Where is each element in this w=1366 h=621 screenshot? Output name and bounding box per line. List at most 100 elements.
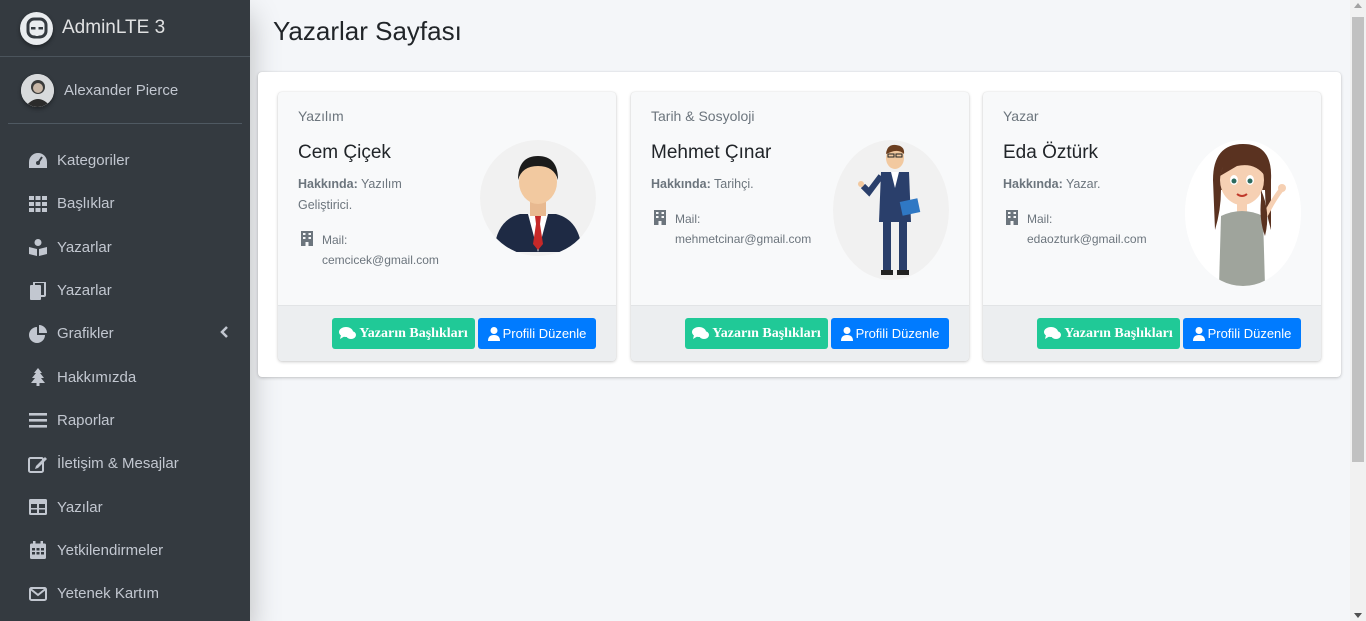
mail-label: Mail: xyxy=(675,212,701,226)
scroll-up-arrow-icon[interactable] xyxy=(1354,3,1362,8)
author-card-footer: Yazarın Başlıkları Profili Düzenle xyxy=(278,305,616,361)
table-icon xyxy=(28,497,48,517)
author-image xyxy=(1185,140,1301,286)
author-about: Hakkında: Yazılım Geliştirici. xyxy=(298,174,448,216)
sidebar-item-label: Hakkımızda xyxy=(57,368,137,386)
author-card: Yazılım Cem Çiçek Hakkında: Yazılım Geli… xyxy=(278,92,616,361)
about-label: Hakkında: xyxy=(1003,177,1063,191)
authors-card: Yazılım Cem Çiçek Hakkında: Yazılım Geli… xyxy=(258,72,1341,377)
sidebar-item-basliklar[interactable]: Başlıklar xyxy=(0,182,250,225)
author-name: Mehmet Çınar xyxy=(651,142,772,163)
vertical-scrollbar[interactable] xyxy=(1350,0,1366,621)
sidebar-item-label: Başlıklar xyxy=(57,195,115,213)
sidebar-item-label: Yazarlar xyxy=(57,238,112,256)
headlines-button-label: Yazarın Başlıkları xyxy=(1064,325,1173,341)
calendar-icon xyxy=(28,540,48,560)
copy-icon xyxy=(28,281,48,301)
comments-icon xyxy=(692,327,710,339)
sidebar: AdminLTE 3 Alexander Pierce Kategoriler … xyxy=(0,0,250,621)
author-about: Hakkında: Yazar. xyxy=(1003,174,1153,195)
sidebar-item-label: Yazılar xyxy=(57,498,103,516)
mail-address: mehmetcinar@gmail.com xyxy=(675,232,812,246)
edit-button-label: Profili Düzenle xyxy=(855,326,940,341)
author-headlines-button[interactable]: Yazarın Başlıkları xyxy=(332,318,475,349)
author-mail: Mail: cemcicek@gmail.com xyxy=(301,230,439,270)
author-card: Tarih & Sosyoloji Mehmet Çınar Hakkında:… xyxy=(631,92,969,361)
sidebar-item-label: Yetkilendirmeler xyxy=(57,541,164,559)
th-icon xyxy=(28,194,48,214)
sidebar-item-yetenek-kartim[interactable]: Yetenek Kartım xyxy=(0,572,250,615)
book-reader-icon xyxy=(28,237,48,257)
author-category: Yazar xyxy=(1003,108,1039,124)
tree-icon xyxy=(28,367,48,387)
headlines-button-label: Yazarın Başlıkları xyxy=(712,325,821,341)
scroll-down-arrow-icon[interactable] xyxy=(1354,613,1362,618)
bars-icon xyxy=(28,410,48,430)
sidebar-item-raporlar[interactable]: Raporlar xyxy=(0,399,250,442)
author-card-footer: Yazarın Başlıkları Profili Düzenle xyxy=(983,305,1321,361)
author-edit-profile-button[interactable]: Profili Düzenle xyxy=(1183,318,1301,349)
author-image xyxy=(833,140,949,280)
envelope-icon xyxy=(28,584,48,604)
author-name: Cem Çiçek xyxy=(298,142,391,163)
author-mail: Mail: edaozturk@gmail.com xyxy=(1006,209,1147,249)
sidebar-item-yazilar[interactable]: Yazılar xyxy=(0,485,250,528)
brand-link[interactable]: AdminLTE 3 xyxy=(0,0,250,57)
user-panel[interactable]: Alexander Pierce xyxy=(8,57,242,124)
main-content: Yazarlar Sayfası Yazılım Cem Çiçek Hakkı… xyxy=(250,0,1350,621)
sidebar-item-yazarlar[interactable]: Yazarlar xyxy=(0,226,250,269)
sidebar-item-yetkilendirmeler[interactable]: Yetkilendirmeler xyxy=(0,529,250,572)
mail-label: Mail: xyxy=(1027,212,1053,226)
user-icon xyxy=(840,326,853,341)
building-icon xyxy=(301,231,315,270)
author-image xyxy=(480,140,596,256)
sidebar-nav: Kategoriler Başlıklar Yazarlar Yazarlar … xyxy=(0,124,250,615)
sidebar-item-yazarlar-2[interactable]: Yazarlar xyxy=(0,269,250,312)
mail-address: cemcicek@gmail.com xyxy=(322,253,439,267)
tachometer-icon xyxy=(28,151,48,171)
chevron-left-icon xyxy=(220,325,228,343)
chart-pie-icon xyxy=(28,324,48,344)
adminlte-logo-icon xyxy=(20,11,53,45)
author-category: Tarih & Sosyoloji xyxy=(651,108,755,124)
sidebar-item-kategoriler[interactable]: Kategoriler xyxy=(0,139,250,182)
scrollbar-thumb[interactable] xyxy=(1352,17,1364,462)
brand-name: AdminLTE 3 xyxy=(62,17,166,38)
building-icon xyxy=(1006,210,1020,249)
sidebar-item-hakkimizda[interactable]: Hakkımızda xyxy=(0,355,250,398)
sidebar-item-label: Yetenek Kartım xyxy=(57,585,160,603)
user-icon xyxy=(1192,326,1205,341)
edit-icon xyxy=(28,454,48,474)
edit-button-label: Profili Düzenle xyxy=(502,326,587,341)
about-label: Hakkında: xyxy=(298,177,358,191)
page-title: Yazarlar Sayfası xyxy=(273,16,462,46)
user-name: Alexander Pierce xyxy=(64,81,179,99)
about-text: Yazar. xyxy=(1066,177,1101,191)
sidebar-item-label: Raporlar xyxy=(57,411,115,429)
author-name: Eda Öztürk xyxy=(1003,142,1099,163)
author-mail: Mail: mehmetcinar@gmail.com xyxy=(654,209,811,249)
sidebar-item-label: Yazarlar xyxy=(57,282,112,300)
comments-icon xyxy=(339,327,357,339)
user-icon xyxy=(487,326,500,341)
author-headlines-button[interactable]: Yazarın Başlıkları xyxy=(1037,318,1180,349)
sidebar-item-label: Grafikler xyxy=(57,325,114,343)
author-headlines-button[interactable]: Yazarın Başlıkları xyxy=(685,318,828,349)
sidebar-item-iletisim[interactable]: İletişim & Mesajlar xyxy=(0,442,250,485)
author-card-footer: Yazarın Başlıkları Profili Düzenle xyxy=(631,305,969,361)
author-about: Hakkında: Tarihçi. xyxy=(651,174,801,195)
comments-icon xyxy=(1044,327,1062,339)
about-label: Hakkında: xyxy=(651,177,711,191)
mail-address: edaozturk@gmail.com xyxy=(1027,232,1147,246)
author-edit-profile-button[interactable]: Profili Düzenle xyxy=(831,318,949,349)
author-card: Yazar Eda Öztürk Hakkında: Yazar. Mail: e… xyxy=(983,92,1321,361)
sidebar-item-grafikler[interactable]: Grafikler xyxy=(0,312,250,355)
sidebar-item-label: Kategoriler xyxy=(57,152,130,170)
user-avatar xyxy=(21,73,54,107)
edit-button-label: Profili Düzenle xyxy=(1207,326,1292,341)
author-edit-profile-button[interactable]: Profili Düzenle xyxy=(478,318,596,349)
building-icon xyxy=(654,210,668,249)
about-text: Tarihçi. xyxy=(714,177,754,191)
author-category: Yazılım xyxy=(298,108,344,124)
mail-label: Mail: xyxy=(322,233,348,247)
